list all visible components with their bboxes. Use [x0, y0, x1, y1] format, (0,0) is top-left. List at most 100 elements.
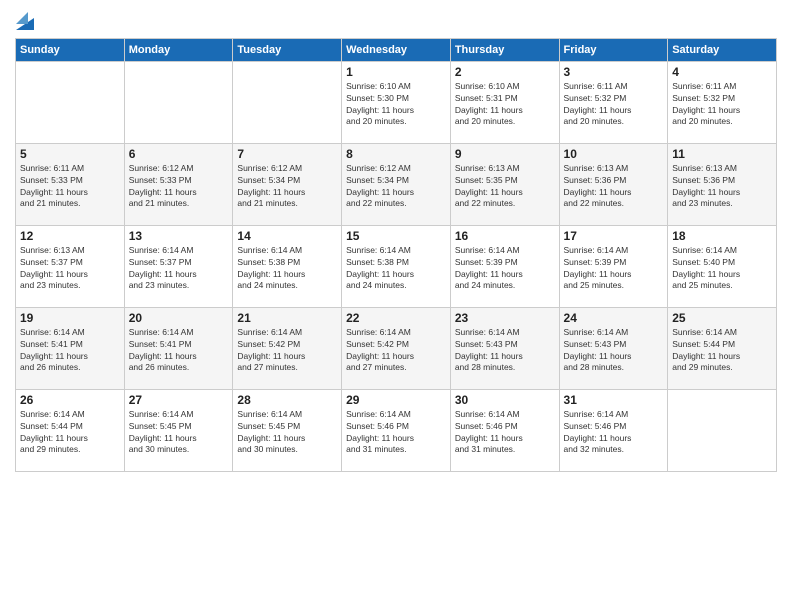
- day-info: Sunrise: 6:12 AMSunset: 5:34 PMDaylight:…: [346, 163, 446, 211]
- calendar-cell: 22Sunrise: 6:14 AMSunset: 5:42 PMDayligh…: [342, 307, 451, 389]
- day-number: 5: [20, 147, 120, 161]
- day-number: 17: [564, 229, 664, 243]
- calendar-cell: 25 Sunrise: 6:14 AMSunset: 5:44 PMDayligh…: [668, 307, 777, 389]
- day-info: Sunrise: 6:14 AMSunset: 5:41 PMDaylight:…: [20, 327, 120, 375]
- calendar-cell: 12 Sunrise: 6:13 AMSunset: 5:37 PMDayligh…: [16, 225, 125, 307]
- day-number: 24: [564, 311, 664, 325]
- calendar-header-thursday: Thursday: [450, 38, 559, 61]
- day-number: 21: [237, 311, 337, 325]
- day-number: 9: [455, 147, 555, 161]
- logo-text: [15, 10, 34, 30]
- day-info: Sunrise: 6:14 AMSunset: 5:45 PMDaylight:…: [237, 409, 337, 457]
- calendar-cell: 4 Sunrise: 6:11 AMSunset: 5:32 PMDaylight…: [668, 61, 777, 143]
- calendar-week-2: 5 Sunrise: 6:11 AMSunset: 5:33 PMDaylight…: [16, 143, 777, 225]
- day-number: 20: [129, 311, 229, 325]
- day-info: Sunrise: 6:13 AMSunset: 5:36 PMDaylight:…: [564, 163, 664, 211]
- day-number: 18: [672, 229, 772, 243]
- calendar-cell: 31 Sunrise: 6:14 AMSunset: 5:46 PMDayligh…: [559, 389, 668, 471]
- calendar-cell: [668, 389, 777, 471]
- day-info: Sunrise: 6:12 AMSunset: 5:33 PMDaylight:…: [129, 163, 229, 211]
- day-number: 31: [564, 393, 664, 407]
- day-number: 7: [237, 147, 337, 161]
- calendar-cell: 13Sunrise: 6:14 AMSunset: 5:37 PMDayligh…: [124, 225, 233, 307]
- calendar-cell: 20Sunrise: 6:14 AMSunset: 5:41 PMDayligh…: [124, 307, 233, 389]
- day-info: Sunrise: 6:14 AMSunset: 5:43 PMDaylight:…: [455, 327, 555, 375]
- day-info: Sunrise: 6:14 AMSunset: 5:46 PMDaylight:…: [455, 409, 555, 457]
- calendar-cell: 15Sunrise: 6:14 AMSunset: 5:38 PMDayligh…: [342, 225, 451, 307]
- calendar-header-row: SundayMondayTuesdayWednesdayThursdayFrid…: [16, 38, 777, 61]
- day-number: 23: [455, 311, 555, 325]
- calendar-cell: 3 Sunrise: 6:11 AMSunset: 5:32 PMDaylight…: [559, 61, 668, 143]
- calendar-header-saturday: Saturday: [668, 38, 777, 61]
- day-number: 12: [20, 229, 120, 243]
- calendar-cell: 16Sunrise: 6:14 AMSunset: 5:39 PMDayligh…: [450, 225, 559, 307]
- calendar-cell: 11 Sunrise: 6:13 AMSunset: 5:36 PMDayligh…: [668, 143, 777, 225]
- calendar-cell: 9 Sunrise: 6:13 AMSunset: 5:35 PMDaylight…: [450, 143, 559, 225]
- day-number: 10: [564, 147, 664, 161]
- day-number: 11: [672, 147, 772, 161]
- day-number: 26: [20, 393, 120, 407]
- day-info: Sunrise: 6:14 AMSunset: 5:44 PMDaylight:…: [20, 409, 120, 457]
- day-number: 6: [129, 147, 229, 161]
- day-number: 28: [237, 393, 337, 407]
- day-number: 2: [455, 65, 555, 79]
- day-number: 16: [455, 229, 555, 243]
- calendar-cell: 8 Sunrise: 6:12 AMSunset: 5:34 PMDaylight…: [342, 143, 451, 225]
- day-number: 30: [455, 393, 555, 407]
- day-number: 3: [564, 65, 664, 79]
- day-info: Sunrise: 6:14 AMSunset: 5:46 PMDaylight:…: [346, 409, 446, 457]
- calendar-header-sunday: Sunday: [16, 38, 125, 61]
- calendar-cell: 23 Sunrise: 6:14 AMSunset: 5:43 PMDayligh…: [450, 307, 559, 389]
- day-number: 8: [346, 147, 446, 161]
- day-info: Sunrise: 6:11 AMSunset: 5:33 PMDaylight:…: [20, 163, 120, 211]
- day-number: 13: [129, 229, 229, 243]
- calendar-cell: 2 Sunrise: 6:10 AMSunset: 5:31 PMDaylight…: [450, 61, 559, 143]
- day-number: 15: [346, 229, 446, 243]
- logo-text-block: [15, 10, 34, 30]
- day-number: 27: [129, 393, 229, 407]
- calendar-cell: 17Sunrise: 6:14 AMSunset: 5:39 PMDayligh…: [559, 225, 668, 307]
- logo-icon: [16, 12, 34, 30]
- calendar-cell: 27Sunrise: 6:14 AMSunset: 5:45 PMDayligh…: [124, 389, 233, 471]
- calendar-cell: 7 Sunrise: 6:12 AMSunset: 5:34 PMDaylight…: [233, 143, 342, 225]
- day-info: Sunrise: 6:11 AMSunset: 5:32 PMDaylight:…: [564, 81, 664, 129]
- calendar-cell: 30 Sunrise: 6:14 AMSunset: 5:46 PMDayligh…: [450, 389, 559, 471]
- calendar-header-monday: Monday: [124, 38, 233, 61]
- page: SundayMondayTuesdayWednesdayThursdayFrid…: [0, 0, 792, 612]
- day-number: 29: [346, 393, 446, 407]
- day-info: Sunrise: 6:10 AMSunset: 5:30 PMDaylight:…: [346, 81, 446, 129]
- calendar-week-4: 19Sunrise: 6:14 AMSunset: 5:41 PMDayligh…: [16, 307, 777, 389]
- calendar-week-5: 26 Sunrise: 6:14 AMSunset: 5:44 PMDayligh…: [16, 389, 777, 471]
- calendar-header-wednesday: Wednesday: [342, 38, 451, 61]
- day-info: Sunrise: 6:11 AMSunset: 5:32 PMDaylight:…: [672, 81, 772, 129]
- day-info: Sunrise: 6:13 AMSunset: 5:35 PMDaylight:…: [455, 163, 555, 211]
- day-info: Sunrise: 6:13 AMSunset: 5:36 PMDaylight:…: [672, 163, 772, 211]
- calendar-cell: 10 Sunrise: 6:13 AMSunset: 5:36 PMDayligh…: [559, 143, 668, 225]
- day-info: Sunrise: 6:10 AMSunset: 5:31 PMDaylight:…: [455, 81, 555, 129]
- calendar-cell: 28 Sunrise: 6:14 AMSunset: 5:45 PMDayligh…: [233, 389, 342, 471]
- day-info: Sunrise: 6:14 AMSunset: 5:38 PMDaylight:…: [237, 245, 337, 293]
- day-number: 22: [346, 311, 446, 325]
- day-number: 4: [672, 65, 772, 79]
- calendar-cell: 5 Sunrise: 6:11 AMSunset: 5:33 PMDaylight…: [16, 143, 125, 225]
- day-info: Sunrise: 6:14 AMSunset: 5:43 PMDaylight:…: [564, 327, 664, 375]
- day-info: Sunrise: 6:14 AMSunset: 5:42 PMDaylight:…: [237, 327, 337, 375]
- calendar-week-3: 12 Sunrise: 6:13 AMSunset: 5:37 PMDayligh…: [16, 225, 777, 307]
- calendar-week-1: 1Sunrise: 6:10 AMSunset: 5:30 PMDaylight…: [16, 61, 777, 143]
- calendar-cell: 1Sunrise: 6:10 AMSunset: 5:30 PMDaylight…: [342, 61, 451, 143]
- calendar-cell: 26 Sunrise: 6:14 AMSunset: 5:44 PMDayligh…: [16, 389, 125, 471]
- header: [15, 10, 777, 30]
- calendar-header-friday: Friday: [559, 38, 668, 61]
- day-number: 25: [672, 311, 772, 325]
- calendar-cell: 24 Sunrise: 6:14 AMSunset: 5:43 PMDayligh…: [559, 307, 668, 389]
- day-info: Sunrise: 6:14 AMSunset: 5:46 PMDaylight:…: [564, 409, 664, 457]
- calendar: SundayMondayTuesdayWednesdayThursdayFrid…: [15, 38, 777, 472]
- day-info: Sunrise: 6:13 AMSunset: 5:37 PMDaylight:…: [20, 245, 120, 293]
- calendar-cell: 19Sunrise: 6:14 AMSunset: 5:41 PMDayligh…: [16, 307, 125, 389]
- calendar-header-tuesday: Tuesday: [233, 38, 342, 61]
- day-info: Sunrise: 6:14 AMSunset: 5:44 PMDaylight:…: [672, 327, 772, 375]
- calendar-cell: 18Sunrise: 6:14 AMSunset: 5:40 PMDayligh…: [668, 225, 777, 307]
- day-info: Sunrise: 6:12 AMSunset: 5:34 PMDaylight:…: [237, 163, 337, 211]
- calendar-cell: 6 Sunrise: 6:12 AMSunset: 5:33 PMDaylight…: [124, 143, 233, 225]
- calendar-cell: [16, 61, 125, 143]
